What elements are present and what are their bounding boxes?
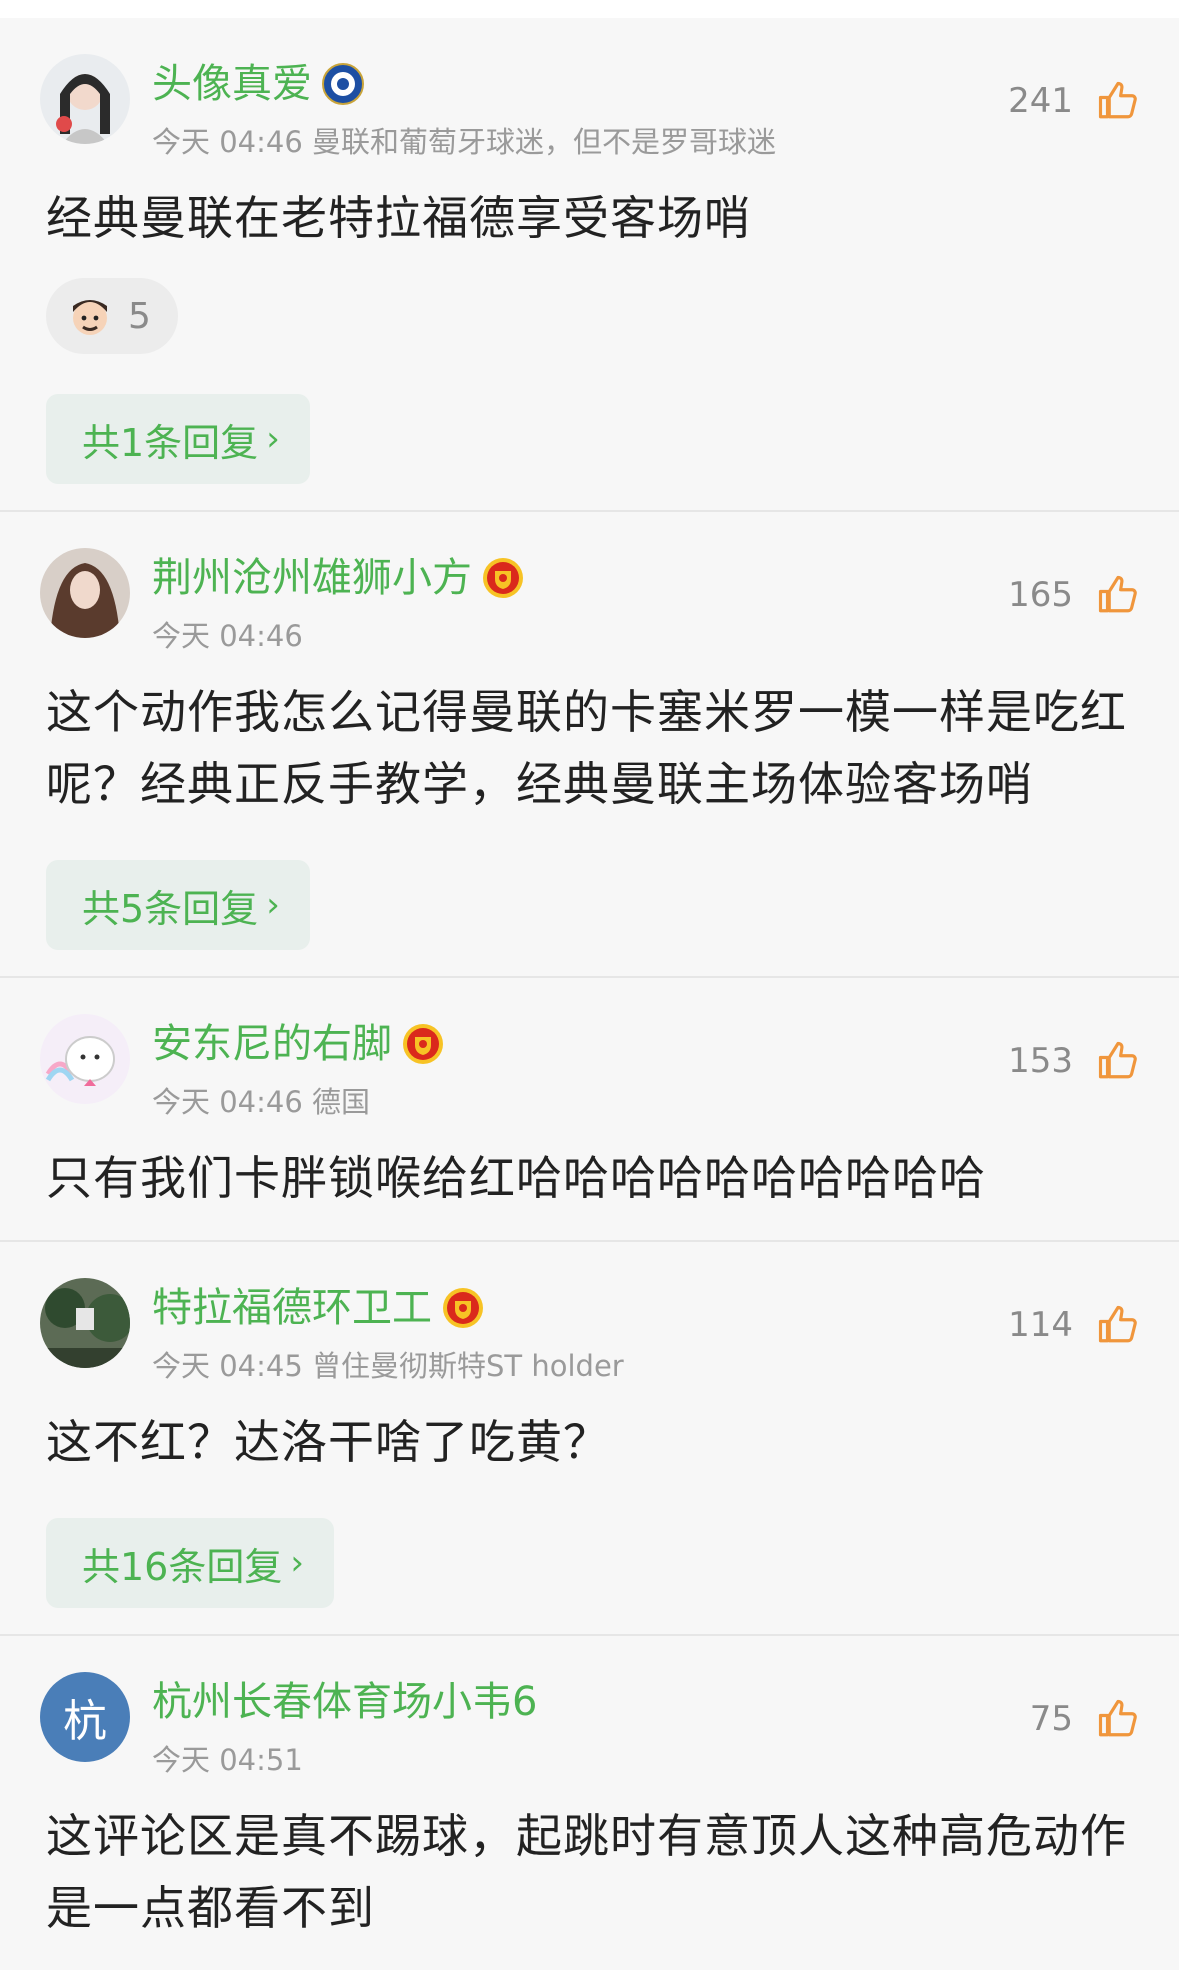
manutd-badge-icon [442, 1287, 484, 1329]
thumbs-up-icon[interactable] [1097, 1040, 1139, 1082]
comment-item: 杭 杭州长春体育场小韦6 今天 04:51 75 这评论区是真不踢球，起跳时有意… [0, 1636, 1179, 1970]
comment-item: 头像真爱 今天 04:46 曼联和葡萄牙球迷，但不是罗哥球迷 241 经典曼联在… [0, 18, 1179, 512]
thumbs-up-icon[interactable] [1097, 1304, 1139, 1346]
comment-item: 荆州沧州雄狮小方 今天 04:46 165 这个动作我怎么记得曼联的卡塞米罗一模… [0, 512, 1179, 978]
like-button[interactable]: 75 [1030, 1698, 1139, 1740]
comment-meta: 今天 04:45 曾住曼彻斯特ST holder [152, 1349, 624, 1383]
avatar[interactable] [40, 1278, 130, 1368]
replies-label: 共5条回复 [82, 886, 259, 931]
comment-item: 特拉福德环卫工 今天 04:45 曾住曼彻斯特ST holder 114 这不红… [0, 1242, 1179, 1636]
comment-meta: 今天 04:46 [152, 619, 303, 653]
view-replies-button[interactable]: 共5条回复 › [46, 860, 310, 950]
top-strip [0, 0, 1179, 18]
comment-item: 安东尼的右脚 今天 04:46 德国 153 只有我们卡胖锁喉给红哈哈哈哈哈哈哈… [0, 978, 1179, 1242]
chevron-right-icon: › [266, 419, 280, 459]
manutd-badge-icon [482, 557, 524, 599]
like-count: 153 [1008, 1041, 1073, 1081]
like-count: 165 [1008, 575, 1073, 615]
username[interactable]: 杭州长春体育场小韦6 [152, 1678, 537, 1726]
reaction-pill[interactable]: 5 [46, 278, 178, 354]
user-row: 安东尼的右脚 [152, 1020, 444, 1068]
user-row: 特拉福德环卫工 [152, 1284, 484, 1332]
username[interactable]: 特拉福德环卫工 [152, 1284, 432, 1332]
username[interactable]: 安东尼的右脚 [152, 1020, 392, 1068]
like-count: 114 [1008, 1305, 1073, 1345]
username[interactable]: 荆州沧州雄狮小方 [152, 554, 472, 602]
avatar[interactable] [40, 54, 130, 144]
comment-meta: 今天 04:51 [152, 1743, 303, 1777]
like-button[interactable]: 114 [1008, 1304, 1139, 1346]
chevron-right-icon: › [266, 885, 280, 925]
reaction-count: 5 [128, 295, 151, 337]
like-button[interactable]: 153 [1008, 1040, 1139, 1082]
view-replies-button[interactable]: 共1条回复 › [46, 394, 310, 484]
like-button[interactable]: 241 [1008, 80, 1139, 122]
thumbs-up-icon[interactable] [1097, 1698, 1139, 1740]
avatar[interactable] [40, 1014, 130, 1104]
view-replies-button[interactable]: 共16条回复 › [46, 1518, 334, 1608]
username[interactable]: 头像真爱 [152, 60, 312, 108]
user-row: 杭州长春体育场小韦6 [152, 1678, 537, 1726]
replies-label: 共1条回复 [82, 420, 259, 465]
user-row: 荆州沧州雄狮小方 [152, 554, 524, 602]
comment-meta: 今天 04:46 曼联和葡萄牙球迷，但不是罗哥球迷 [152, 125, 777, 159]
comment-meta: 今天 04:46 德国 [152, 1085, 371, 1119]
replies-label: 共16条回复 [82, 1544, 283, 1589]
like-count: 241 [1008, 81, 1073, 121]
avatar[interactable]: 杭 [40, 1672, 130, 1762]
like-button[interactable]: 165 [1008, 574, 1139, 616]
user-row: 头像真爱 [152, 60, 364, 108]
like-count: 75 [1029, 1699, 1073, 1739]
chevron-right-icon: › [290, 1543, 304, 1583]
thumbs-up-icon[interactable] [1097, 80, 1139, 122]
manutd-badge-icon [402, 1023, 444, 1065]
avatar[interactable] [40, 548, 130, 638]
leicester-badge-icon [322, 63, 364, 105]
thumbs-up-icon[interactable] [1097, 574, 1139, 616]
face-emoji-icon [66, 292, 114, 340]
